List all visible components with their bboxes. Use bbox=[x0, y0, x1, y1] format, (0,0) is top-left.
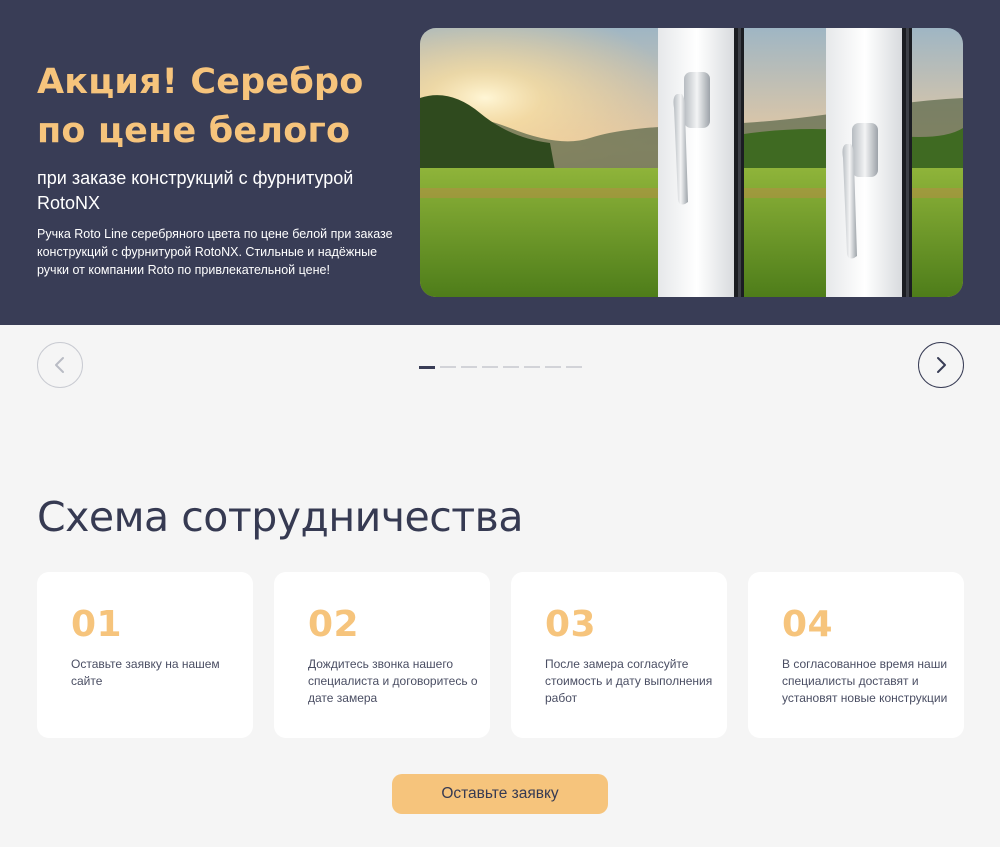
slider-dot[interactable] bbox=[503, 366, 519, 368]
step-number: 02 bbox=[308, 604, 360, 645]
slider-dot[interactable] bbox=[566, 366, 582, 368]
slider-dot[interactable] bbox=[440, 366, 456, 368]
steps-list: 01 Оставьте заявку на нашем сайте 02 Дож… bbox=[37, 572, 964, 738]
slider-prev-button[interactable] bbox=[37, 342, 83, 388]
chevron-left-icon bbox=[55, 357, 64, 373]
slider-dot[interactable] bbox=[482, 366, 498, 368]
section-title: Схема сотрудничества bbox=[37, 493, 523, 541]
window-handles-photo bbox=[420, 28, 963, 297]
slider-dot[interactable] bbox=[545, 366, 561, 368]
step-card: 02 Дождитесь звонка нашего специалиста и… bbox=[274, 572, 490, 738]
slider-dot[interactable] bbox=[419, 365, 435, 369]
step-text: В согласованное время наши специалисты д… bbox=[782, 657, 948, 705]
promo-title: Акция! Серебро по цене белого bbox=[37, 62, 364, 151]
slider-dot[interactable] bbox=[461, 366, 477, 368]
slider-dot[interactable] bbox=[524, 366, 540, 368]
step-text: Дождитесь звонка нашего специалиста и до… bbox=[308, 657, 478, 705]
step-text: После замера согласуйте стоимость и дату… bbox=[545, 657, 713, 705]
step-number: 04 bbox=[782, 604, 834, 645]
promo-banner: Акция! Серебро по цене белого при заказе… bbox=[0, 0, 1000, 325]
step-card: 01 Оставьте заявку на нашем сайте bbox=[37, 572, 253, 738]
step-card: 03 После замера согласуйте стоимость и д… bbox=[511, 572, 727, 738]
step-text: Оставьте заявку на нашем сайте bbox=[71, 657, 220, 688]
slider-next-button[interactable] bbox=[918, 342, 964, 388]
promo-image bbox=[420, 28, 963, 297]
step-number: 01 bbox=[71, 604, 123, 645]
submit-request-button[interactable]: Оставьте заявку bbox=[392, 774, 608, 814]
promo-subtitle: при заказе конструкций с фурнитурой Roto… bbox=[37, 168, 354, 213]
step-number: 03 bbox=[545, 604, 597, 645]
promo-description: Ручка Roto Line серебряного цвета по цен… bbox=[37, 227, 393, 277]
slider-pagination bbox=[419, 365, 582, 369]
step-card: 04 В согласованное время наши специалист… bbox=[748, 572, 964, 738]
chevron-right-icon bbox=[937, 357, 946, 373]
